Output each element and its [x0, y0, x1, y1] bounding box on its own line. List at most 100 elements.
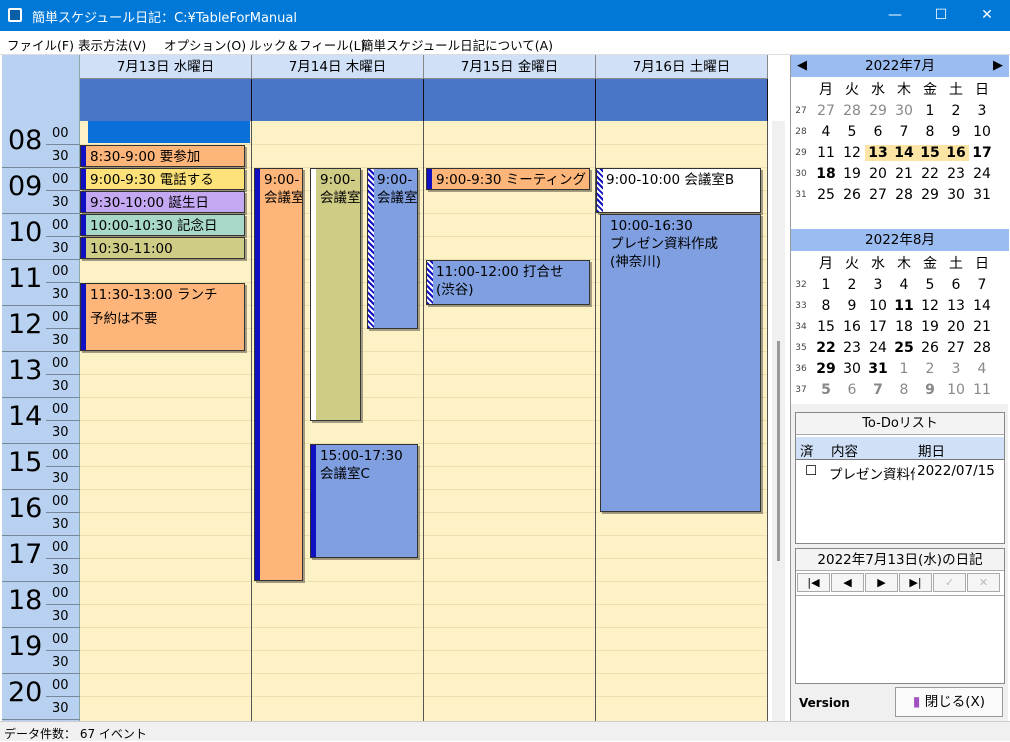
calendar-day[interactable]: 13 — [943, 298, 969, 314]
calendar-day[interactable]: 29 — [917, 187, 943, 203]
calendar-day[interactable]: 8 — [917, 124, 943, 140]
calendar-day[interactable]: 23 — [943, 166, 969, 182]
calendar-day[interactable]: 29 — [813, 361, 839, 377]
calendar-day[interactable]: 5 — [917, 277, 943, 293]
calendar-day[interactable]: 25 — [813, 187, 839, 203]
menu-view[interactable]: 表示方法(V) — [78, 35, 146, 54]
calendar-day[interactable]: 5 — [839, 124, 865, 140]
event[interactable]: 8:30-9:00 要参加 — [80, 145, 245, 167]
calendar-day[interactable]: 4 — [969, 361, 995, 377]
event[interactable]: 10:30-11:00 — [80, 237, 245, 259]
calendar-day[interactable]: 15 — [813, 319, 839, 335]
day-header-2[interactable]: 7月15日 金曜日 — [424, 55, 596, 79]
menu-file[interactable]: ファイル(F) — [7, 35, 74, 54]
event[interactable]: 9:00- 会議室 — [367, 168, 418, 329]
calendar-day[interactable]: 6 — [839, 382, 865, 398]
calendar-day[interactable]: 23 — [839, 340, 865, 356]
scroll-thumb[interactable] — [777, 341, 780, 561]
event[interactable]: 11:30-13:00 ランチ 予約は不要 — [80, 283, 245, 351]
diary-first-button[interactable]: |◀ — [797, 573, 830, 592]
event[interactable]: 9:00- 会議室 — [254, 168, 303, 581]
calendar-day[interactable]: 4 — [813, 124, 839, 140]
calendar-day[interactable]: 7 — [865, 382, 891, 398]
event[interactable]: 9:30-10:00 誕生日 — [80, 191, 245, 213]
day-column-1[interactable]: 9:00- 会議室 9:00- 会議室 9:00- 会議室 15:00-17:30 会議… — [252, 121, 424, 721]
calendar-day[interactable]: 11 — [813, 145, 839, 161]
diary-delete-icon[interactable]: ✕ — [967, 573, 1000, 592]
day-column-2[interactable]: 9:00-9:30 ミーティング 11:00-12:00 打合せ (渋谷) — [424, 121, 596, 721]
calendar-day[interactable]: 1 — [891, 361, 917, 377]
calendar-day[interactable]: 18 — [813, 166, 839, 182]
calendar-day[interactable]: 2 — [917, 361, 943, 377]
calendar-day[interactable]: 7 — [969, 277, 995, 293]
calendar-day[interactable]: 14 — [969, 298, 995, 314]
event[interactable]: 9:00-9:30 ミーティング — [426, 168, 590, 190]
todo-col-done[interactable]: 済 — [800, 440, 814, 460]
calendar-day[interactable]: 27 — [865, 187, 891, 203]
allday-area-0[interactable] — [80, 79, 252, 121]
calendar-day[interactable]: 4 — [891, 277, 917, 293]
day-column-0[interactable]: 8:30-9:00 要参加 9:00-9:30 電話する 9:30-10:00 … — [80, 121, 252, 721]
event[interactable]: 10:00-10:30 記念日 — [80, 214, 245, 236]
calendar-day[interactable]: 29 — [865, 103, 891, 119]
calendar-day[interactable]: 9 — [917, 382, 943, 398]
calendar-scrollbar[interactable] — [772, 121, 785, 721]
calendar-day[interactable]: 6 — [943, 277, 969, 293]
diary-textarea[interactable] — [796, 595, 1004, 683]
todo-col-due[interactable]: 期日 — [918, 440, 945, 460]
calendar-day[interactable]: 20 — [943, 319, 969, 335]
calendar-day[interactable]: 31 — [865, 361, 891, 377]
calendar-day[interactable]: 1 — [917, 103, 943, 119]
calendar-day[interactable]: 21 — [891, 166, 917, 182]
diary-prev-button[interactable]: ◀ — [831, 573, 864, 592]
calendar-day[interactable]: 17 — [865, 319, 891, 335]
calendar-day[interactable]: 26 — [839, 187, 865, 203]
event[interactable]: 15:00-17:30 会議室C — [310, 444, 418, 558]
todo-checkbox[interactable]: ☐ — [805, 463, 817, 479]
day-header-0[interactable]: 7月13日 水曜日 — [80, 55, 252, 79]
diary-save-icon[interactable]: ✓ — [933, 573, 966, 592]
calendar-day[interactable]: 20 — [865, 166, 891, 182]
calendar-day[interactable]: 31 — [969, 187, 995, 203]
calendar-day[interactable]: 7 — [891, 124, 917, 140]
calendar-day[interactable]: 10 — [865, 298, 891, 314]
calendar-day[interactable]: 19 — [917, 319, 943, 335]
calendar-day[interactable]: 27 — [813, 103, 839, 119]
diary-next-button[interactable]: ▶ — [865, 573, 898, 592]
calendar-day[interactable]: 3 — [969, 103, 995, 119]
event[interactable]: 10:00-16:30 プレゼン資料作成 (神奈川) — [600, 214, 761, 512]
allday-area-3[interactable] — [596, 79, 768, 121]
calendar-day[interactable]: 16 — [943, 145, 969, 161]
calendar-day[interactable]: 15 — [917, 145, 943, 161]
calendar-day[interactable]: 27 — [943, 340, 969, 356]
close-window-button[interactable]: ✕ — [964, 0, 1010, 31]
calendar-day[interactable]: 12 — [917, 298, 943, 314]
event[interactable]: 9:00-10:00 会議室B — [596, 168, 761, 213]
day-header-1[interactable]: 7月14日 木曜日 — [252, 55, 424, 79]
calendar-day[interactable]: 14 — [891, 145, 917, 161]
calendar-day[interactable]: 3 — [865, 277, 891, 293]
maximize-button[interactable]: ☐ — [918, 0, 964, 31]
calendar-day[interactable]: 18 — [891, 319, 917, 335]
calendar-day[interactable]: 24 — [969, 166, 995, 182]
calendar-day[interactable]: 17 — [969, 145, 995, 161]
calendar-day[interactable]: 26 — [917, 340, 943, 356]
calendar-day[interactable]: 1 — [813, 277, 839, 293]
selected-slot[interactable] — [88, 121, 250, 143]
menu-look-and-feel[interactable]: ルック＆フィール(L) — [249, 35, 365, 54]
calendar-day[interactable]: 12 — [839, 145, 865, 161]
next-month-icon[interactable]: ▶ — [993, 55, 1003, 77]
calendar-day[interactable]: 30 — [943, 187, 969, 203]
calendar-day[interactable]: 30 — [839, 361, 865, 377]
calendar-day[interactable]: 9 — [839, 298, 865, 314]
calendar-day[interactable]: 10 — [969, 124, 995, 140]
calendar-day[interactable]: 2 — [839, 277, 865, 293]
version-label[interactable]: Version — [799, 696, 850, 710]
calendar-day[interactable]: 8 — [891, 382, 917, 398]
calendar-day[interactable]: 28 — [891, 187, 917, 203]
calendar-day[interactable]: 28 — [839, 103, 865, 119]
todo-title[interactable]: To-Doリスト — [796, 413, 1004, 435]
calendar-day[interactable]: 9 — [943, 124, 969, 140]
todo-row[interactable]: ☐ プレゼン資料作 2022/07/15 — [796, 461, 1004, 483]
day-header-3[interactable]: 7月16日 土曜日 — [596, 55, 768, 79]
